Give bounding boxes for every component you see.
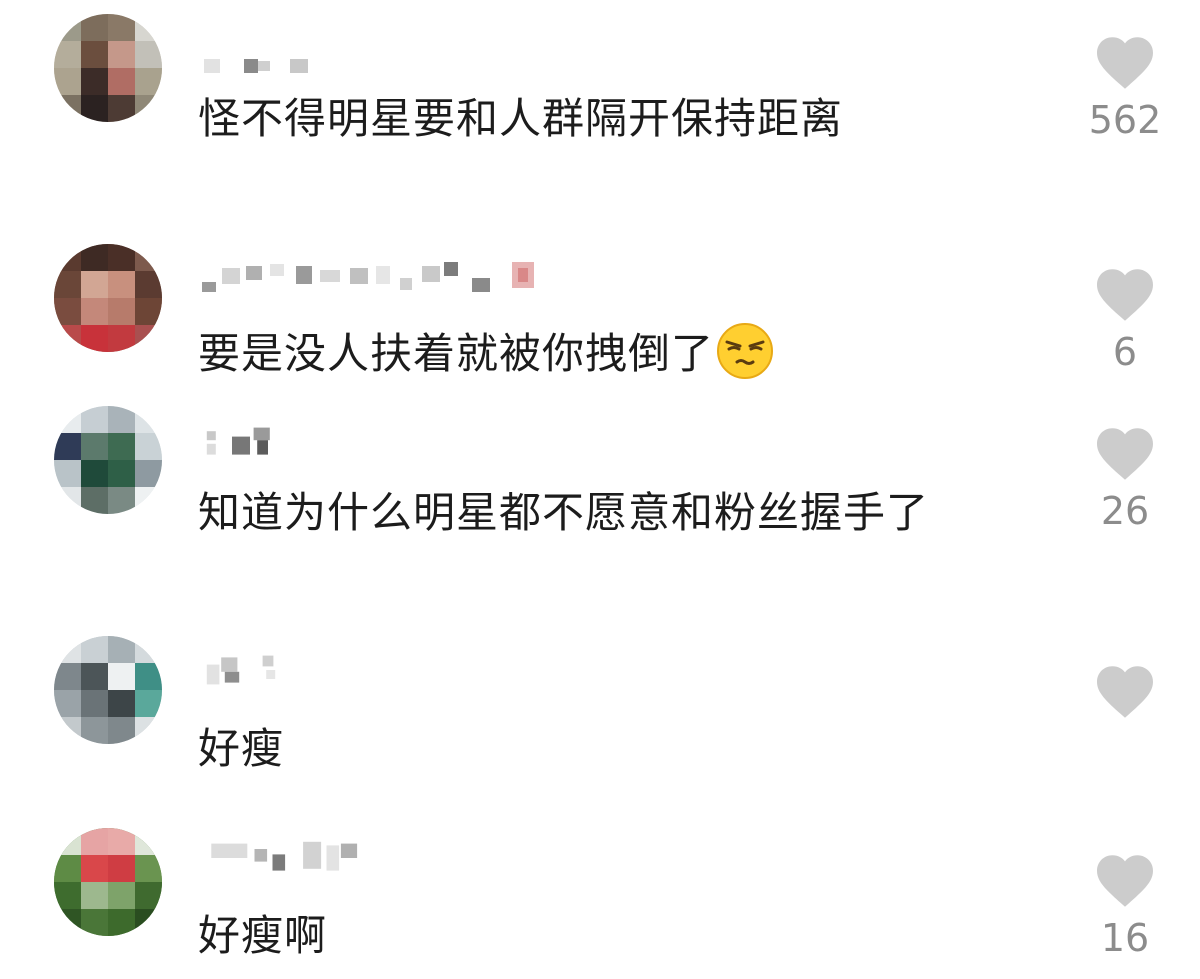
comment-text-content: 要是没人扶着就被你拽倒了 (198, 329, 715, 378)
username-blurred[interactable] (200, 424, 300, 460)
heart-icon[interactable] (1094, 663, 1156, 719)
username-blurred[interactable] (200, 50, 330, 86)
username-blurred[interactable] (200, 840, 390, 876)
like-button[interactable] (1070, 663, 1180, 727)
smirk-face-emoji-icon (717, 323, 774, 379)
comment-text: 要是没人扶着就被你拽倒了 (198, 321, 1018, 387)
like-count: 26 (1100, 489, 1150, 533)
comment-text: 怪不得明星要和人群隔开保持距离 (198, 94, 844, 143)
comment-text: 好瘦啊 (198, 911, 328, 960)
like-count: 6 (1112, 330, 1138, 374)
like-count: 16 (1100, 916, 1150, 960)
avatar[interactable] (54, 406, 162, 514)
comment-text: 好瘦 (198, 724, 285, 773)
comment-text: 知道为什么明星都不愿意和粉丝握手了 (198, 488, 930, 537)
heart-icon[interactable] (1094, 425, 1156, 481)
avatar[interactable] (54, 244, 162, 352)
like-button[interactable]: 562 (1070, 34, 1180, 142)
avatar[interactable] (54, 828, 162, 936)
heart-icon[interactable] (1094, 852, 1156, 908)
avatar[interactable] (54, 636, 162, 744)
heart-icon[interactable] (1094, 34, 1156, 90)
username-blurred[interactable] (200, 260, 560, 296)
heart-icon[interactable] (1094, 266, 1156, 322)
like-count: 562 (1088, 98, 1162, 142)
avatar[interactable] (54, 14, 162, 122)
like-button[interactable]: 26 (1070, 425, 1180, 533)
username-blurred[interactable] (200, 652, 300, 688)
like-button[interactable]: 16 (1070, 852, 1180, 960)
like-button[interactable]: 6 (1070, 266, 1180, 374)
